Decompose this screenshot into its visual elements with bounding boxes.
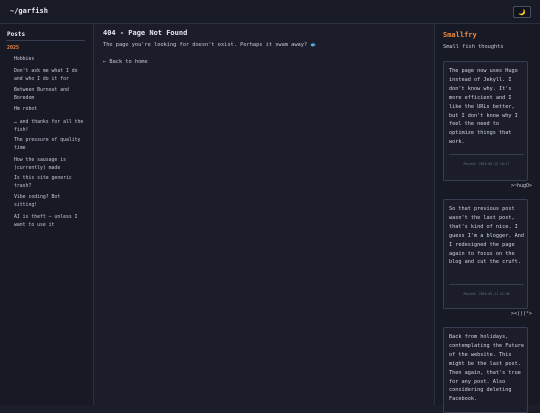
thought-text: Back from holidays, contemplating the Fu… — [449, 334, 524, 403]
moon-icon: 🌙 — [518, 8, 526, 16]
posts-sidebar: Posts 2025 Hobbies Don't ask me what I d… — [0, 24, 94, 405]
post-link[interactable]: Don't ask me what I do and who I do it f… — [14, 68, 86, 84]
posts-heading: Posts — [7, 31, 26, 38]
smallfry-title: Smallfry — [443, 31, 477, 39]
smallfry-subtitle: Small fish thoughts — [443, 44, 504, 50]
posted-timestamp: Posted: 2025-05-11 21:56 — [463, 292, 510, 296]
thought-card: So that previous post wasn't the last po… — [443, 199, 528, 309]
thought-card: The page now uses Hugo instead of Jekyll… — [443, 61, 528, 181]
post-link[interactable]: Is this site generic trash? — [14, 175, 86, 191]
divider — [6, 40, 85, 41]
post-link[interactable]: … and thanks for all the fish! — [14, 119, 86, 135]
site-title-link[interactable]: ~/garfish — [10, 7, 48, 15]
smallfry-panel: Smallfry Small fish thoughts The page no… — [434, 24, 540, 413]
fish-kaomoji: ><(((°> — [511, 311, 533, 317]
fish-kaomoji: >~hugO> — [511, 183, 533, 189]
thought-card: Back from holidays, contemplating the Fu… — [443, 327, 528, 413]
year-heading: 2025 — [7, 45, 20, 51]
not-found-message: The page you're looking for doesn't exis… — [103, 42, 317, 48]
main-content: 404 - Page Not Found The page you're loo… — [94, 24, 433, 405]
post-link[interactable]: The pressure of quality time — [14, 137, 86, 153]
thought-text: The page now uses Hugo instead of Jekyll… — [449, 68, 518, 146]
thought-text: So that previous post wasn't the last po… — [449, 206, 524, 266]
page-title: 404 - Page Not Found — [103, 29, 188, 37]
theme-toggle-button[interactable]: 🌙 — [513, 6, 531, 18]
top-bar: ~/garfish 🌙 — [0, 0, 540, 24]
posted-timestamp: Posted: 2025-05-15 10:17 — [463, 162, 510, 166]
post-link[interactable]: How the sausage is (currently) made — [14, 157, 86, 173]
back-to-home-link[interactable]: ← Back to home — [103, 59, 148, 65]
post-link[interactable]: AI is theft – unless I want to use it — [14, 214, 86, 230]
post-link[interactable]: Vibe coding? Bot sitting! — [14, 194, 86, 210]
message-text: The page you're looking for doesn't exis… — [103, 42, 308, 48]
post-link[interactable]: Between Burnout and Boredom — [14, 87, 86, 103]
divider — [449, 284, 524, 285]
fish-icon: 🐟 — [310, 42, 317, 48]
post-link[interactable]: Hm robot — [14, 106, 86, 114]
divider — [449, 154, 524, 155]
post-link[interactable]: Hobbies — [14, 56, 86, 64]
